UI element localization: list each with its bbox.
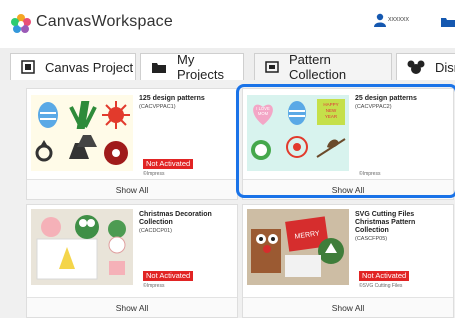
collection-tile[interactable]: Christmas Decoration Collection (CACDCP0… <box>26 204 238 318</box>
tab-canvas-project[interactable]: Canvas Project <box>10 53 136 80</box>
mickey-icon <box>407 60 425 74</box>
tab-label: Canvas Project <box>45 59 134 75</box>
collection-tile[interactable]: 125 design patterns (CACVPPAC1) Not Acti… <box>26 88 238 200</box>
status-badge: Not Activated <box>143 159 194 169</box>
collection-title-line-3: Collection <box>355 227 389 234</box>
collection-code: (CACDCP01) <box>139 228 173 234</box>
tab-label: My Projects <box>177 52 224 82</box>
canvas-project-icon <box>21 60 35 74</box>
status-badge: Not Activated <box>359 271 410 281</box>
collection-title: Christmas Decoration <box>139 211 212 218</box>
show-all-button[interactable]: Show All <box>243 297 453 317</box>
user-name[interactable]: xxxxxx <box>388 16 409 23</box>
folder-icon <box>152 63 166 73</box>
tab-my-projects[interactable]: My Projects <box>140 52 244 82</box>
user-icon[interactable] <box>374 13 386 27</box>
pattern-collection-icon <box>265 61 279 73</box>
show-all-button[interactable]: Show All <box>27 297 237 317</box>
brand-label: ©Impress <box>143 283 165 289</box>
collection-thumbnail <box>31 95 133 171</box>
collection-thumbnail <box>31 209 133 285</box>
collection-thumbnail: MERRY <box>247 209 349 285</box>
brand-label: ©SVG Cutting Files <box>359 283 403 289</box>
status-badge: Not Activated <box>143 271 194 281</box>
app-title: CanvasWorkspace <box>36 13 173 30</box>
tab-label: Pattern Collection <box>289 52 347 82</box>
collection-title: SVG Cutting Files <box>355 211 415 218</box>
show-all-button[interactable]: Show All <box>27 179 237 199</box>
collection-title-line-2: Collection <box>139 219 173 226</box>
collection-code: (CACVPPAC1) <box>139 104 176 110</box>
folder-shortcut-icon[interactable] <box>440 14 455 28</box>
brand-label: ©Impress <box>143 171 165 177</box>
tab-pattern-collection[interactable]: Pattern Collection <box>254 52 392 82</box>
tab-label: Disney <box>435 59 455 75</box>
tab-bar: Canvas Project My Projects Pattern Colle… <box>0 48 455 82</box>
selection-highlight-frame <box>236 84 455 198</box>
top-bar: CanvasWorkspace xxxxxx <box>0 0 455 48</box>
collection-tile[interactable]: MERRY SVG Cutting Files Christmas Patter… <box>242 204 454 318</box>
tab-disney[interactable]: Disney <box>396 53 455 80</box>
collection-title: 125 design patterns <box>139 95 205 102</box>
collection-code: (CASCFP05) <box>355 236 388 242</box>
canvas-workspace-logo-icon <box>11 14 31 33</box>
collection-title-line-2: Christmas Pattern <box>355 219 416 226</box>
